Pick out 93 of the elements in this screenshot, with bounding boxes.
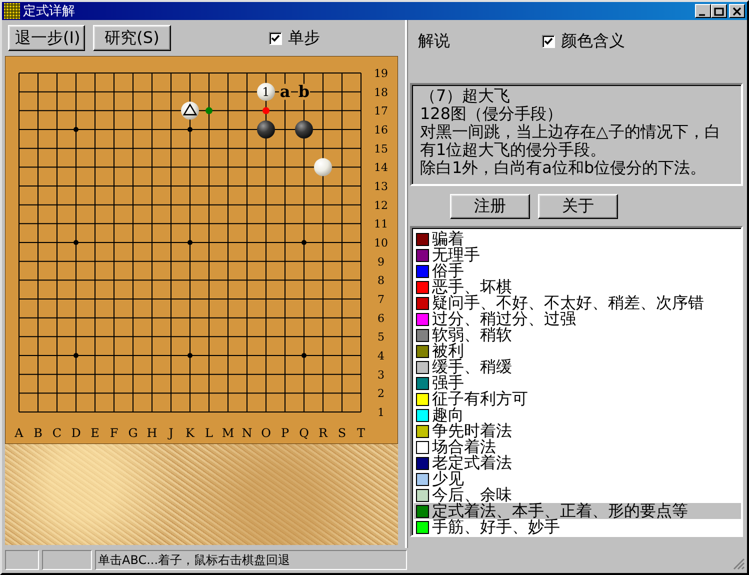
resize-grip-icon[interactable] [733,558,745,570]
row-label: 13 [374,180,388,193]
go-stone[interactable] [181,102,199,120]
panel-button[interactable]: 关于 [538,194,618,219]
row-label: 4 [378,350,384,362]
commentary-text: 对黑一间跳，当上边存在△子的情况下，白有1位超大飞的侵分手段。 [420,123,722,159]
legend-item[interactable]: 定式着法、本手、正着、形的要点等 [414,503,741,519]
star-point [302,353,306,358]
legend-item[interactable]: 老定式着法 [414,455,741,471]
legend-item[interactable]: 恶手、坏棋 [414,279,741,295]
grid-icon [4,3,20,19]
column-label: B [34,426,42,440]
legend-item[interactable]: 俗手 [414,263,741,279]
point-letter: b [298,82,310,101]
go-board[interactable] [5,56,398,444]
legend-item[interactable]: 骗着 [414,231,741,247]
legend-item[interactable]: 场合着法 [414,439,741,455]
legend-item[interactable]: 手筋、好手、妙手 [414,519,741,535]
column-label: O [261,426,271,440]
legend-item[interactable]: 争先时着法 [414,423,741,439]
go-stone[interactable] [257,120,275,138]
legend-item[interactable]: 今后、余味 [414,487,741,503]
commentary-text: 除白1外，白尚有a位和b位侵分的下法。 [420,159,708,177]
column-label: N [242,426,252,440]
status-pane [42,550,92,570]
row-label: 8 [378,274,384,288]
checkbox[interactable] [269,32,282,44]
go-stone[interactable]: 1 [257,82,275,101]
checkbox-label: 颜色含义 [561,30,625,52]
column-label: D [71,426,81,440]
column-label: P [280,426,290,440]
legend-item[interactable]: 过分、稍过分、过强 [414,311,741,327]
commentary-text: 128图（侵分手段） [420,105,564,123]
checkbox-label: 单步 [288,28,320,48]
column-label: T [357,426,365,440]
legend-item[interactable]: 疑问手、不好、不太好、稍差、次序错 [414,295,741,311]
column-label: M [222,426,234,440]
column-label: K [186,426,194,440]
legend-item[interactable]: 征子有利方可 [414,391,741,407]
star-point [74,240,78,245]
star-point [74,127,78,132]
row-label: 2 [378,387,384,400]
row-label: 10 [374,236,388,250]
legend-item[interactable]: 少见 [414,471,741,487]
star-point [74,353,78,358]
row-label: 11 [374,218,388,231]
column-label: J [168,426,174,440]
row-label: 15 [374,142,388,156]
star-point [188,127,192,132]
legend-item[interactable]: 被利 [414,343,741,359]
star-point [302,240,306,245]
status-pane [5,550,39,570]
row-label: 18 [374,86,388,99]
row-label: 17 [374,104,388,118]
maximize-icon[interactable] [714,6,724,16]
row-label: 12 [374,198,388,212]
row-label: 5 [378,330,384,344]
column-label: Q [299,426,309,440]
row-label: 16 [374,124,388,136]
column-label: R [318,426,328,440]
row-label: 6 [378,312,384,325]
legend-item[interactable]: 无理手 [414,247,741,263]
toolbar-button[interactable]: 退一步(I) [8,25,85,51]
legend-item[interactable]: 缓手、稍缓 [414,359,741,375]
row-label: 14 [374,161,388,174]
column-label: A [14,426,24,440]
panel-button[interactable]: 注册 [450,194,530,219]
window-title: 定式详解 [23,3,76,20]
star-point [188,240,192,245]
row-label: 1 [378,406,384,419]
commentary-text: （7）超大飞 [420,87,512,105]
row-label: 3 [378,368,384,382]
row-label: 19 [374,67,388,80]
column-label: E [90,426,100,440]
column-label: F [110,426,118,440]
column-label: C [52,426,62,440]
legend-item[interactable]: 强手 [414,375,741,391]
column-label: L [205,426,213,440]
star-point [188,353,192,358]
row-label: 7 [378,293,384,306]
go-stone[interactable] [295,120,313,138]
legend-item[interactable]: 软弱、稍软 [414,327,741,343]
panel-heading: 解说 [418,30,450,52]
column-label: H [146,426,158,440]
checkbox[interactable] [542,34,555,48]
row-label: 9 [378,255,384,268]
point-letter: a [280,82,290,101]
close-icon[interactable] [732,6,742,16]
column-label: S [338,426,346,440]
toolbar-button[interactable]: 研究(S) [93,25,171,51]
status-message: 单击ABC...着子，鼠标右击棋盘回退 [95,550,407,570]
column-label: G [128,426,138,440]
legend-item[interactable]: 趣向 [414,407,741,423]
